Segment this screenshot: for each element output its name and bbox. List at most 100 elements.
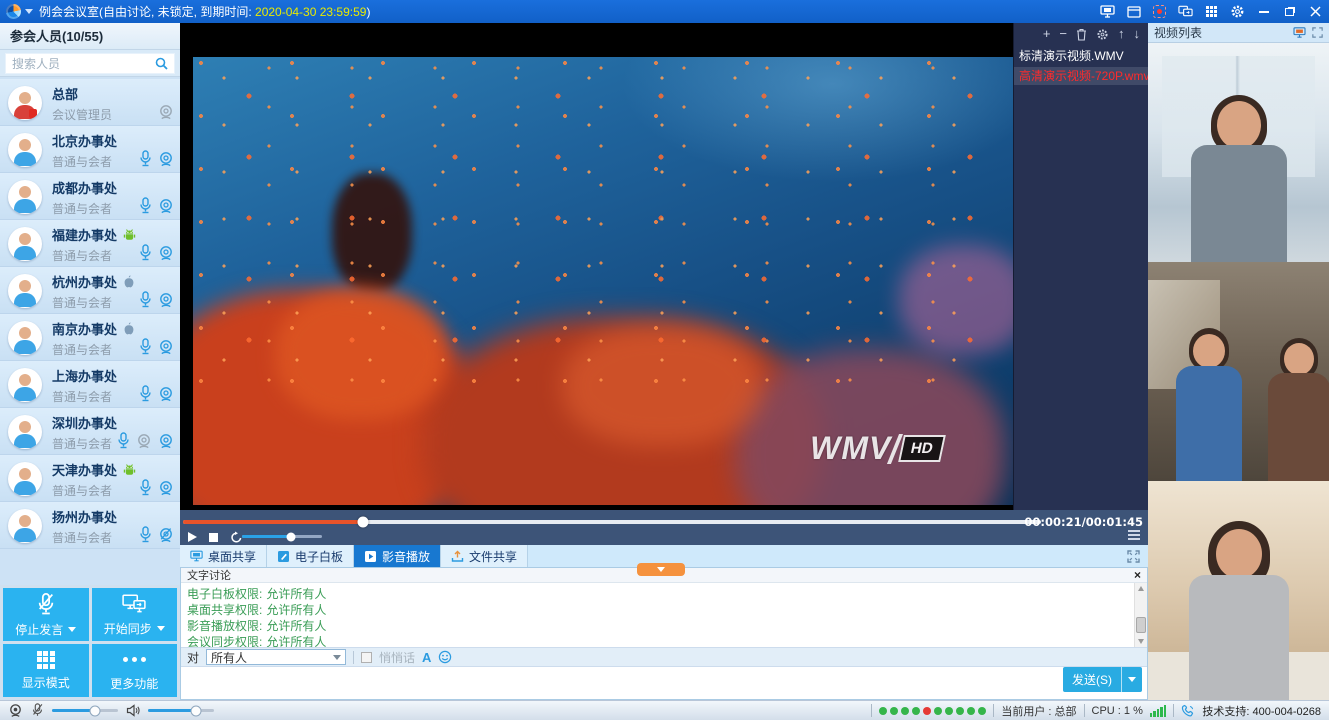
video-thumbnail[interactable] bbox=[1148, 43, 1329, 262]
seek-handle[interactable] bbox=[358, 517, 369, 528]
maximize-button[interactable] bbox=[1282, 4, 1297, 19]
send-button[interactable]: 发送(S) bbox=[1063, 667, 1142, 692]
send-options-icon[interactable] bbox=[1121, 667, 1142, 692]
mic-icon[interactable] bbox=[139, 291, 152, 308]
camera-icon[interactable] bbox=[158, 433, 174, 449]
participant-row[interactable]: 成都办事处 普通与会者 bbox=[0, 173, 180, 220]
move-down-button[interactable]: ↓ bbox=[1134, 27, 1141, 41]
participant-row[interactable]: 南京办事处 普通与会者 bbox=[0, 314, 180, 361]
scroll-up-icon[interactable] bbox=[1138, 586, 1144, 591]
video-list-panel: 视频列表 bbox=[1148, 23, 1329, 700]
playlist-item-selected[interactable]: 高清演示视频-720P.wmv 删除 bbox=[1014, 67, 1148, 85]
cpu-usage: CPU : 1 % bbox=[1092, 705, 1143, 717]
minimize-button[interactable] bbox=[1256, 4, 1271, 19]
support-hotline[interactable]: 技术支持: 400-004-0268 bbox=[1202, 703, 1321, 719]
tab-media-playback[interactable]: 影音播放 bbox=[354, 545, 441, 567]
loop-icon[interactable] bbox=[230, 531, 243, 544]
chat-input-area[interactable]: 发送(S) bbox=[181, 667, 1147, 696]
more-features-button[interactable]: 更多功能 bbox=[92, 644, 178, 697]
playlist-toggle-icon[interactable] bbox=[1128, 530, 1140, 540]
camera-icon[interactable] bbox=[158, 245, 174, 261]
chat-scrollbar[interactable] bbox=[1134, 583, 1147, 647]
mic-volume-handle[interactable] bbox=[89, 705, 100, 716]
participant-row[interactable]: 深圳办事处 普通与会者 bbox=[0, 408, 180, 455]
mic-icon[interactable] bbox=[139, 526, 152, 543]
mic-icon[interactable] bbox=[139, 197, 152, 214]
volume-slider[interactable] bbox=[242, 535, 322, 538]
chat-close-icon[interactable]: × bbox=[1134, 570, 1141, 580]
mic-icon[interactable] bbox=[139, 150, 152, 167]
collapse-handle[interactable] bbox=[637, 563, 685, 576]
video-player[interactable]: WMV HD + − ↑ ↓ 标清演示视频.WMV 高清演示视频-720P.wm… bbox=[180, 23, 1148, 510]
window-mode-icon[interactable] bbox=[1126, 4, 1141, 19]
video-thumbnail[interactable] bbox=[1148, 481, 1329, 700]
record-icon[interactable] bbox=[1152, 4, 1167, 19]
playlist-settings-icon[interactable] bbox=[1096, 28, 1109, 41]
camera-sharing-icon[interactable] bbox=[158, 527, 174, 543]
camera-disabled-icon[interactable] bbox=[136, 433, 152, 449]
mic-icon[interactable] bbox=[139, 479, 152, 496]
mic-icon[interactable] bbox=[117, 432, 130, 449]
mic-volume-slider[interactable] bbox=[52, 709, 118, 712]
trash-icon[interactable] bbox=[1076, 28, 1087, 41]
camera-icon[interactable] bbox=[158, 480, 174, 496]
close-button[interactable] bbox=[1308, 4, 1323, 19]
app-logo-icon bbox=[6, 4, 21, 19]
camera-icon[interactable] bbox=[158, 151, 174, 167]
move-up-button[interactable]: ↑ bbox=[1118, 27, 1125, 41]
layout-grid-icon[interactable] bbox=[1204, 4, 1219, 19]
title-chevron-icon[interactable] bbox=[25, 9, 33, 14]
search-icon[interactable] bbox=[155, 57, 168, 70]
playlist-item[interactable]: 标清演示视频.WMV bbox=[1014, 47, 1148, 65]
chevron-down-icon[interactable] bbox=[68, 627, 76, 632]
mic-icon[interactable] bbox=[139, 338, 152, 355]
participant-row[interactable]: 杭州办事处 普通与会者 bbox=[0, 267, 180, 314]
participant-row[interactable]: 上海办事处 普通与会者 bbox=[0, 361, 180, 408]
tab-whiteboard[interactable]: 电子白板 bbox=[267, 545, 354, 567]
playback-time: 00:00:21/00:01:45 bbox=[1024, 515, 1143, 529]
camera-icon[interactable] bbox=[158, 198, 174, 214]
camera-icon[interactable] bbox=[158, 104, 174, 120]
speaker-volume-slider[interactable] bbox=[148, 709, 214, 712]
camera-icon[interactable] bbox=[158, 292, 174, 308]
seek-bar[interactable] bbox=[183, 520, 1041, 524]
whisper-checkbox[interactable] bbox=[361, 652, 372, 663]
chevron-down-icon[interactable] bbox=[157, 626, 165, 631]
participant-row[interactable]: 天津办事处 普通与会者 bbox=[0, 455, 180, 502]
fullscreen-icon[interactable] bbox=[1127, 550, 1140, 563]
play-button[interactable] bbox=[188, 532, 197, 542]
remove-media-button[interactable]: − bbox=[1059, 27, 1067, 41]
display-mode-button[interactable]: 显示模式 bbox=[3, 644, 89, 697]
sync-monitors-icon[interactable] bbox=[1178, 4, 1193, 19]
screen-share-icon[interactable] bbox=[1100, 4, 1115, 19]
mic-icon[interactable] bbox=[139, 385, 152, 402]
speaker-volume-handle[interactable] bbox=[190, 705, 201, 716]
emoji-icon[interactable] bbox=[438, 650, 452, 664]
scrollbar-thumb[interactable] bbox=[1136, 617, 1146, 633]
stop-speaking-button[interactable]: 停止发言 bbox=[3, 588, 89, 641]
start-sync-button[interactable]: 开始同步 bbox=[92, 588, 178, 641]
search-input[interactable] bbox=[5, 53, 175, 74]
camera-icon[interactable] bbox=[158, 339, 174, 355]
scroll-down-icon[interactable] bbox=[1138, 639, 1144, 644]
camera-icon[interactable] bbox=[158, 386, 174, 402]
stop-button[interactable] bbox=[209, 533, 218, 542]
participant-row[interactable]: 北京办事处 普通与会者 bbox=[0, 126, 180, 173]
settings-gear-icon[interactable] bbox=[1230, 4, 1245, 19]
participant-row[interactable]: 福建办事处 普通与会者 bbox=[0, 220, 180, 267]
monitor-small-icon[interactable] bbox=[1293, 27, 1306, 38]
recipient-select[interactable]: 所有人 bbox=[206, 649, 346, 665]
tab-desktop-share[interactable]: 桌面共享 bbox=[180, 545, 267, 567]
expand-panel-icon[interactable] bbox=[1312, 27, 1323, 38]
video-thumbnail[interactable] bbox=[1148, 262, 1329, 481]
mic-muted-status-icon[interactable] bbox=[31, 703, 44, 718]
volume-handle[interactable] bbox=[286, 532, 295, 541]
tab-file-share[interactable]: 文件共享 bbox=[441, 545, 528, 567]
add-media-button[interactable]: + bbox=[1043, 27, 1051, 41]
camera-status-icon[interactable] bbox=[8, 703, 23, 718]
participant-row[interactable]: 扬州办事处 普通与会者 bbox=[0, 502, 180, 549]
participant-row[interactable]: 总部 会议管理员 bbox=[0, 79, 180, 126]
mic-icon[interactable] bbox=[139, 244, 152, 261]
speaker-icon[interactable] bbox=[126, 704, 140, 717]
font-button[interactable]: A bbox=[422, 650, 431, 665]
